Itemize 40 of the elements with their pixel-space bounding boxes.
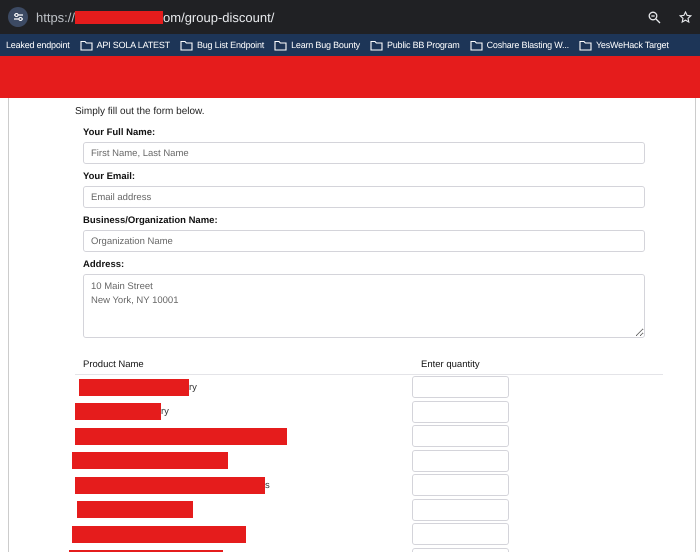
product-name: ry [161, 406, 169, 418]
quantity-field[interactable] [412, 523, 509, 546]
input-field[interactable]: Email address [83, 186, 645, 208]
quantity-field[interactable] [412, 498, 509, 521]
quantity-field[interactable] [412, 376, 509, 398]
bookmark-link[interactable]: Coshare Blasting W... [486, 40, 569, 50]
input-field[interactable]: First Name, Last Name [83, 142, 645, 164]
quantity-field[interactable] [412, 425, 509, 448]
bookmark-link[interactable]: Public BB Program [386, 40, 460, 50]
bookmark-link[interactable]: YesWeHack Target [596, 40, 669, 50]
folder-icon [274, 40, 288, 50]
column-header: Product Name [83, 359, 145, 370]
folder-icon [470, 40, 483, 50]
folder-icon [80, 40, 93, 50]
address-bar[interactable]: https:// om/group-discount/ [36, 10, 640, 24]
folder-icon [180, 40, 193, 50]
field-label: Business/Organization Name: [83, 215, 219, 226]
field-label: Your Email: [83, 171, 136, 182]
input-field[interactable]: Organization Name [83, 230, 645, 252]
quantity-field[interactable] [412, 474, 509, 496]
bookmark-link[interactable]: Bug List Endpoint [196, 40, 264, 50]
quantity-field[interactable] [412, 400, 509, 423]
site-settings-icon[interactable] [8, 7, 28, 27]
field-label: Address: [83, 259, 126, 270]
intro-text: Simply fill out the form below. [75, 106, 206, 117]
bookmark-link[interactable]: API SOLA LATEST [96, 40, 170, 50]
folder-icon [578, 40, 592, 50]
zoom-icon[interactable] [648, 10, 661, 24]
bookmark-link[interactable]: Leaked endpoint [6, 40, 70, 50]
bookmark-link[interactable]: Learn Bug Bounty [291, 40, 360, 50]
product-name: ry [189, 382, 197, 393]
url-text: https:// [36, 10, 76, 24]
column-header: Enter quantity [421, 359, 480, 370]
quantity-field[interactable] [412, 450, 509, 472]
field-label: Your Full Name: [83, 127, 156, 138]
product-name: s [265, 480, 270, 491]
folder-icon [370, 40, 383, 50]
url-text: om/group-discount/ [163, 10, 274, 24]
address-field[interactable]: 10 Main Street New York, NY 10001 [83, 274, 645, 338]
star-icon[interactable] [679, 10, 692, 24]
